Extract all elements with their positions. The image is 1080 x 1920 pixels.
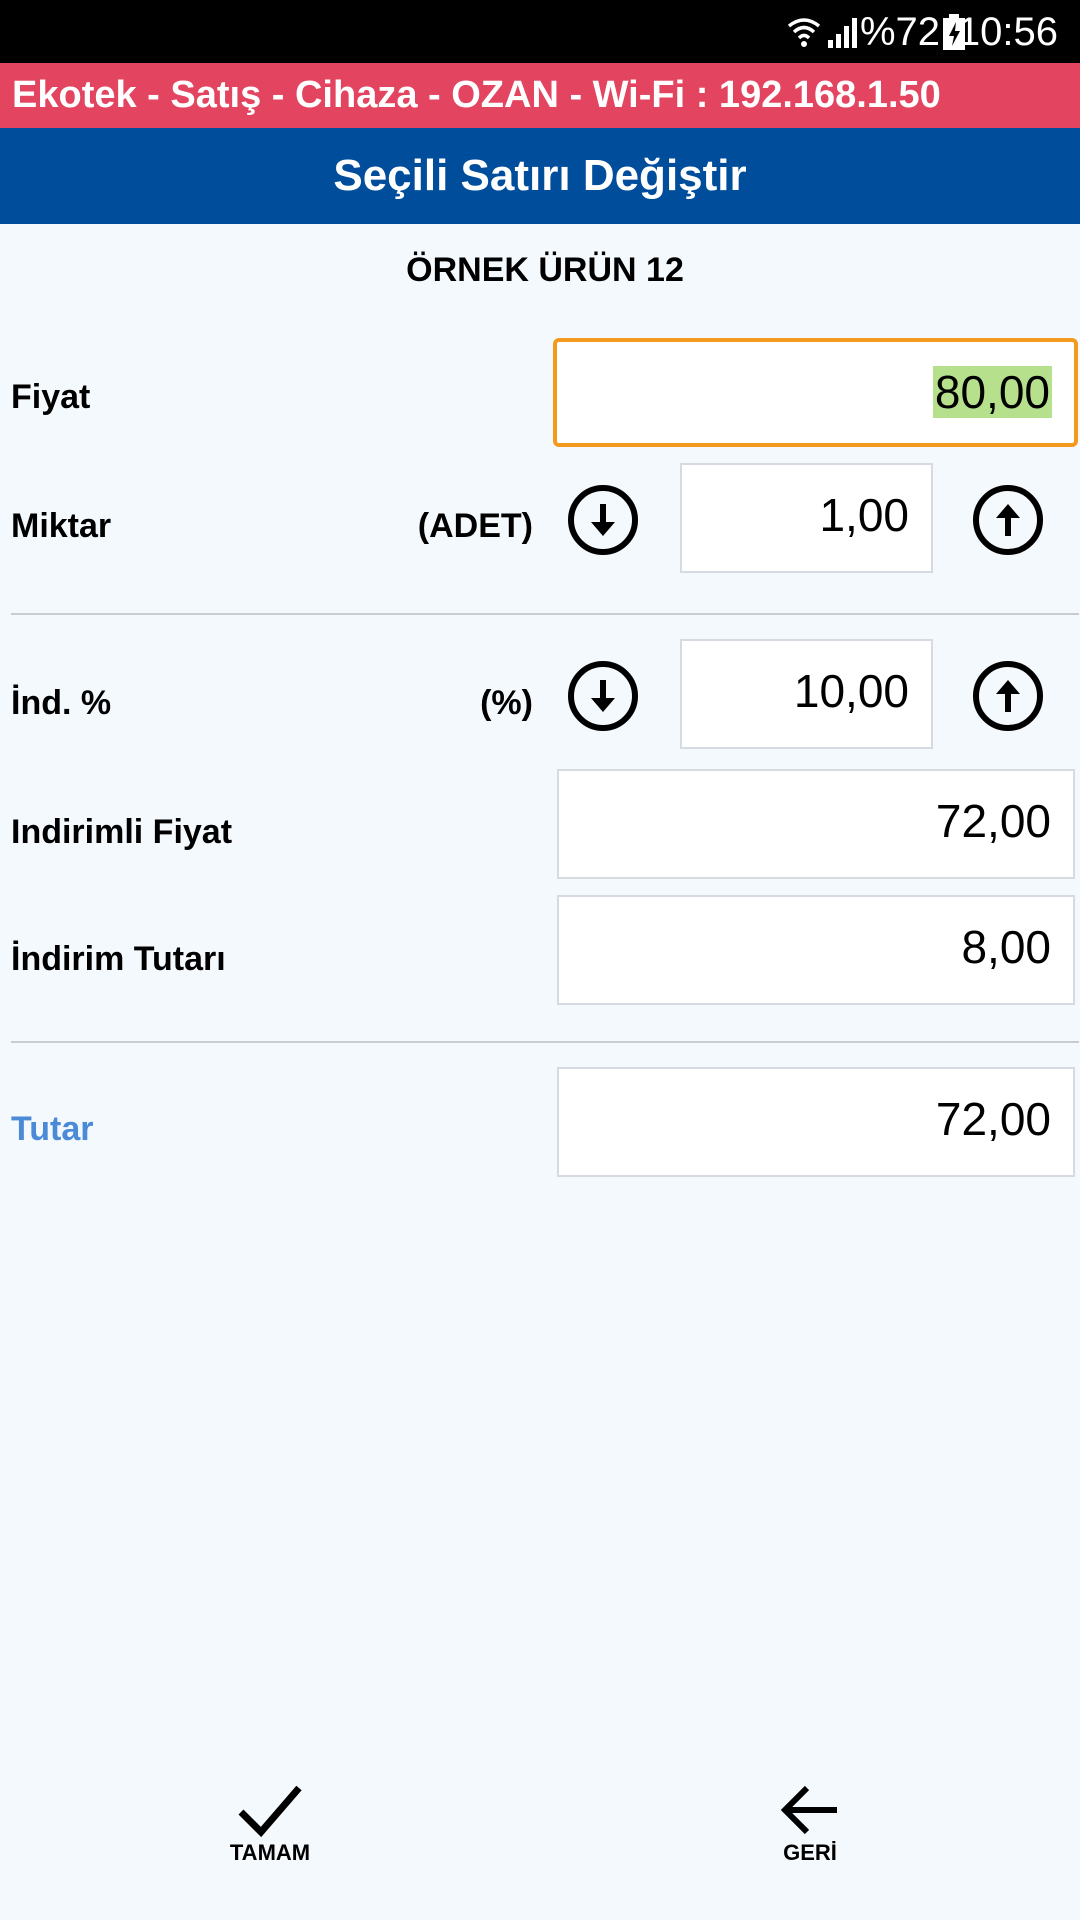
screen-title-bar: Seçili Satırı Değiştir [0,128,1080,224]
app-title: Ekotek - Satış - Cihaza - OZAN - Wi-Fi :… [12,74,941,116]
miktar-unit: (ADET) [417,507,533,545]
indirim-increase-icon[interactable] [972,660,1044,732]
signal-icon [828,18,857,48]
product-name: ÖRNEK ÜRÜN 12 [406,251,684,289]
wifi-icon [787,18,821,47]
back-label: GERİ [783,1840,837,1865]
back-button[interactable]: GERİ [740,1780,880,1900]
app-header: Ekotek - Satış - Cihaza - OZAN - Wi-Fi :… [0,63,1080,128]
check-icon [238,1785,302,1838]
divider [11,1041,1079,1043]
miktar-label: Miktar [11,507,112,545]
clock: 10:56 [957,10,1058,54]
fiyat-label: Fiyat [11,378,91,416]
status-bar: %72 10:56 [0,0,1080,63]
indirimli-fiyat-label: Indirimli Fiyat [11,813,233,851]
fiyat-input[interactable]: 80,00 [553,338,1078,447]
divider [11,613,1079,615]
indirim-tutari-field[interactable]: 8,00 [557,895,1075,1005]
indirim-yuzde-label: İnd. % [11,684,112,722]
indirim-yuzde-input[interactable]: 10,00 [680,639,933,749]
ok-button[interactable]: TAMAM [200,1780,340,1900]
screen-title: Seçili Satırı Değiştir [333,151,747,200]
arrow-left-icon [780,1785,837,1835]
ok-label: TAMAM [229,1840,311,1865]
indirim-decrease-icon[interactable] [567,660,639,732]
indirimli-fiyat-field[interactable]: 72,00 [557,769,1075,879]
tutar-field[interactable]: 72,00 [557,1067,1075,1177]
indirim-tutari-label: İndirim Tutarı [11,940,226,978]
fiyat-value: 80,00 [932,366,1052,418]
miktar-decrease-icon[interactable] [567,484,639,556]
tutar-label: Tutar [11,1110,94,1148]
miktar-increase-icon[interactable] [972,484,1044,556]
miktar-input[interactable]: 1,00 [680,463,933,573]
indirim-yuzde-unit: (%) [480,684,533,722]
battery-percent: %72 [859,10,940,54]
